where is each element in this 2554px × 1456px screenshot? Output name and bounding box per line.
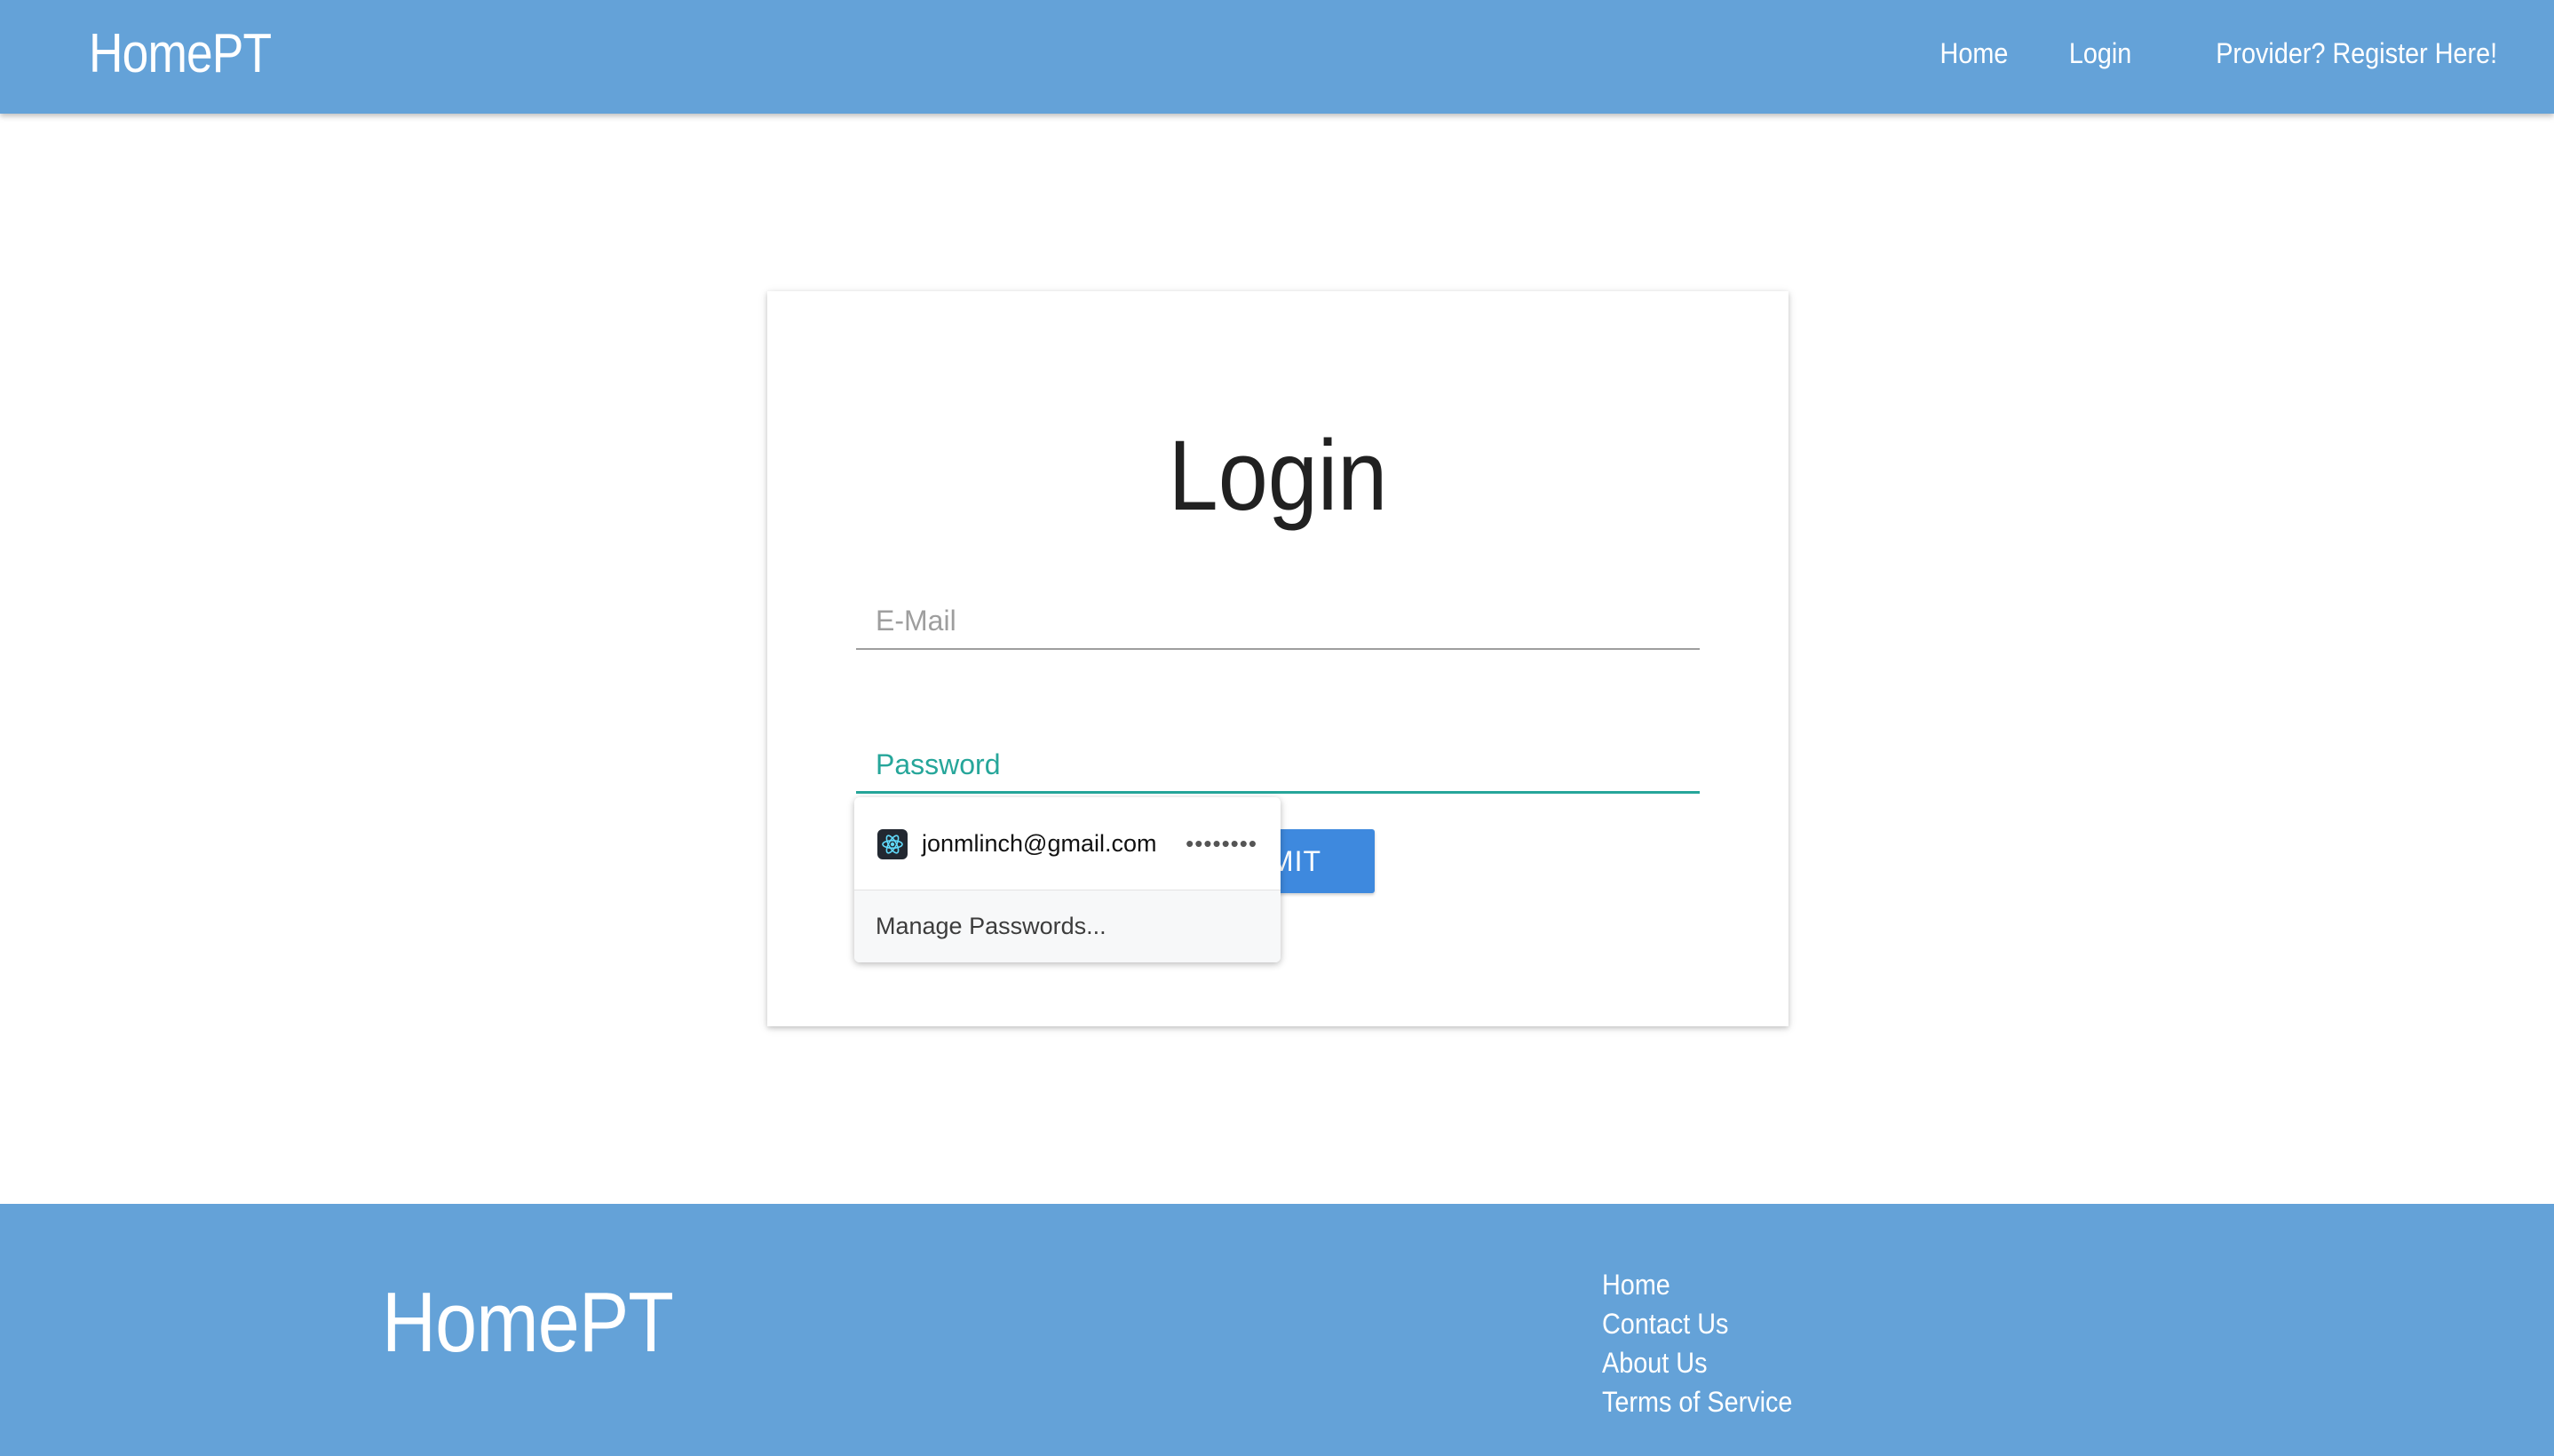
footer-brand: HomePT bbox=[382, 1275, 674, 1370]
nav-link-home[interactable]: Home bbox=[1940, 39, 2009, 67]
footer-link-contact-us[interactable]: Contact Us bbox=[1602, 1309, 1792, 1339]
footer-links: Home Contact Us About Us Terms of Servic… bbox=[1602, 1270, 1813, 1417]
email-input[interactable] bbox=[856, 591, 1700, 650]
nav-link-provider-register[interactable]: Provider? Register Here! bbox=[2216, 39, 2497, 67]
footer-link-home[interactable]: Home bbox=[1602, 1270, 1792, 1300]
autofill-password-mask: •••••••• bbox=[1186, 830, 1257, 857]
email-field-wrapper bbox=[856, 591, 1700, 650]
email-underline bbox=[856, 648, 1700, 650]
react-icon bbox=[877, 828, 908, 859]
nav-links: Home Login Provider? Register Here! bbox=[1932, 39, 2497, 67]
page: HomePT Home Login Provider? Register Her… bbox=[0, 0, 2554, 1456]
navbar-brand[interactable]: HomePT bbox=[89, 27, 272, 82]
top-navbar: HomePT Home Login Provider? Register Her… bbox=[0, 0, 2554, 114]
footer-link-terms-of-service[interactable]: Terms of Service bbox=[1602, 1387, 1792, 1417]
autofill-saved-credential[interactable]: jonmlinch@gmail.com •••••••• bbox=[854, 797, 1281, 890]
footer-link-about-us[interactable]: About Us bbox=[1602, 1348, 1792, 1378]
password-underline bbox=[856, 791, 1700, 794]
nav-link-login[interactable]: Login bbox=[2068, 39, 2130, 67]
login-title: Login bbox=[1168, 420, 1388, 531]
password-field-wrapper bbox=[856, 735, 1700, 794]
password-input[interactable] bbox=[856, 735, 1700, 794]
password-autofill-dropdown: jonmlinch@gmail.com •••••••• Manage Pass… bbox=[854, 797, 1281, 962]
autofill-email: jonmlinch@gmail.com bbox=[922, 830, 1157, 857]
footer: HomePT Home Contact Us About Us Terms of… bbox=[0, 1204, 2554, 1456]
manage-passwords-button[interactable]: Manage Passwords... bbox=[854, 890, 1281, 962]
